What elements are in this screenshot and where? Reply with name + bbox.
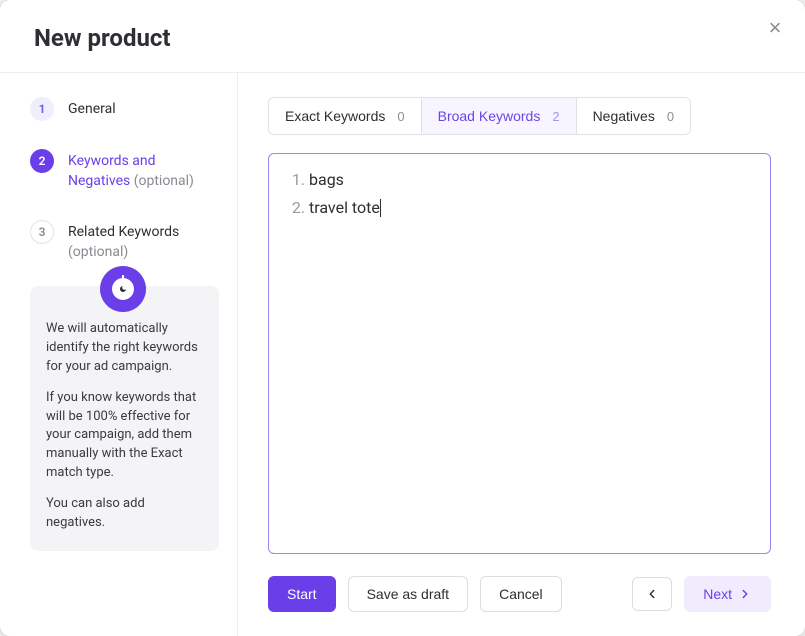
tab-count: 0	[667, 109, 674, 124]
modal-title: New product	[34, 24, 771, 52]
keyword-tabs: Exact Keywords 0 Broad Keywords 2 Negati…	[268, 97, 691, 135]
info-paragraph: If you know keywords that will be 100% e…	[46, 389, 203, 483]
step-related-keywords[interactable]: 3 Related Keywords (optional)	[30, 220, 219, 263]
modal-header: New product ×	[0, 0, 805, 73]
info-box-container: We will automatically identify the right…	[30, 286, 219, 550]
tab-exact-keywords[interactable]: Exact Keywords 0	[269, 98, 422, 134]
tab-label: Broad Keywords	[438, 108, 541, 124]
text-cursor	[380, 199, 381, 217]
bot-avatar-icon	[100, 266, 146, 312]
info-paragraph: You can also add negatives.	[46, 495, 203, 533]
wizard-sidebar: 1 General 2 Keywords and Negatives (opti…	[0, 73, 238, 636]
cancel-button[interactable]: Cancel	[480, 576, 562, 612]
step-label: General	[68, 97, 116, 119]
keyword-item: bags	[309, 168, 750, 192]
tab-label: Exact Keywords	[285, 108, 385, 124]
tab-negatives[interactable]: Negatives 0	[577, 98, 691, 134]
step-label: Related Keywords (optional)	[68, 220, 219, 263]
step-number: 2	[30, 149, 54, 173]
keywords-list: bags travel tote	[299, 168, 750, 220]
tab-count: 2	[552, 109, 559, 124]
keyword-item: travel tote	[309, 196, 750, 220]
chevron-right-icon	[738, 587, 752, 601]
start-button[interactable]: Start	[268, 576, 336, 612]
step-general[interactable]: 1 General	[30, 97, 219, 121]
step-number: 1	[30, 97, 54, 121]
info-box: We will automatically identify the right…	[30, 286, 219, 550]
save-as-draft-button[interactable]: Save as draft	[348, 576, 469, 612]
footer-actions: Start Save as draft Cancel Next	[268, 576, 771, 612]
tab-broad-keywords[interactable]: Broad Keywords 2	[422, 98, 577, 134]
close-button[interactable]: ×	[761, 14, 789, 42]
previous-button[interactable]	[632, 577, 672, 611]
close-icon: ×	[769, 15, 782, 40]
main-panel: Exact Keywords 0 Broad Keywords 2 Negati…	[238, 73, 805, 636]
new-product-modal: New product × 1 General 2 Keywords and N…	[0, 0, 805, 636]
tab-count: 0	[397, 109, 404, 124]
next-button[interactable]: Next	[684, 576, 771, 612]
modal-body: 1 General 2 Keywords and Negatives (opti…	[0, 73, 805, 636]
step-keywords-negatives[interactable]: 2 Keywords and Negatives (optional)	[30, 149, 219, 192]
step-number: 3	[30, 220, 54, 244]
keywords-editor[interactable]: bags travel tote	[268, 153, 771, 554]
step-label: Keywords and Negatives (optional)	[68, 149, 219, 192]
info-paragraph: We will automatically identify the right…	[46, 320, 203, 377]
tab-label: Negatives	[593, 108, 655, 124]
chevron-left-icon	[645, 587, 659, 601]
